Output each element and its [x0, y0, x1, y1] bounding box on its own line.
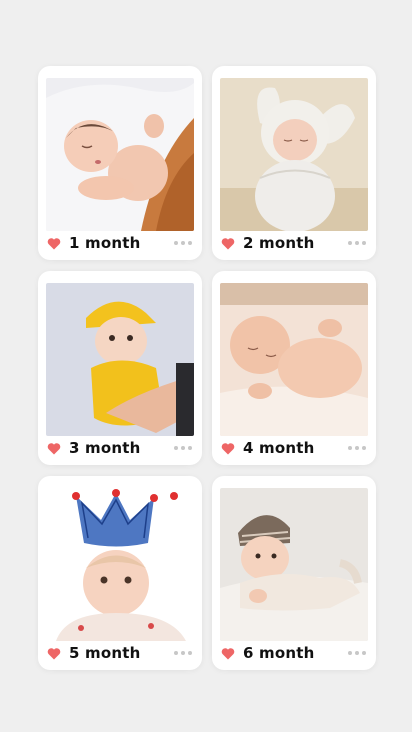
milestone-card-3[interactable]: 3 month — [38, 271, 202, 465]
heart-icon[interactable] — [47, 647, 61, 660]
baby-photo-4 — [220, 283, 368, 436]
card-caption-1: 1 month — [46, 232, 194, 254]
heart-icon[interactable] — [47, 237, 61, 250]
baby-photo-3 — [46, 283, 194, 436]
milestone-card-1[interactable]: 1 month — [38, 66, 202, 260]
milestone-card-5[interactable]: 5 month — [38, 476, 202, 670]
milestone-grid: 1 month 2 month 3 month 4 month 5 month … — [0, 0, 412, 732]
more-dots-icon[interactable] — [348, 651, 366, 655]
more-dots-icon[interactable] — [348, 241, 366, 245]
month-label: 4 month — [243, 439, 315, 457]
more-dots-icon[interactable] — [174, 651, 192, 655]
card-caption-4: 4 month — [220, 437, 368, 459]
card-caption-6: 6 month — [220, 642, 368, 664]
heart-icon[interactable] — [47, 442, 61, 455]
baby-photo-5 — [46, 488, 194, 641]
baby-photo-1 — [46, 78, 194, 231]
month-label: 2 month — [243, 234, 315, 252]
milestone-card-4[interactable]: 4 month — [212, 271, 376, 465]
baby-photo-2 — [220, 78, 368, 231]
more-dots-icon[interactable] — [174, 446, 192, 450]
milestone-card-6[interactable]: 6 month — [212, 476, 376, 670]
month-label: 5 month — [69, 644, 141, 662]
month-label: 3 month — [69, 439, 141, 457]
card-caption-3: 3 month — [46, 437, 194, 459]
card-caption-2: 2 month — [220, 232, 368, 254]
baby-photo-6 — [220, 488, 368, 641]
more-dots-icon[interactable] — [174, 241, 192, 245]
more-dots-icon[interactable] — [348, 446, 366, 450]
heart-icon[interactable] — [221, 237, 235, 250]
heart-icon[interactable] — [221, 647, 235, 660]
month-label: 1 month — [69, 234, 141, 252]
month-label: 6 month — [243, 644, 315, 662]
heart-icon[interactable] — [221, 442, 235, 455]
card-caption-5: 5 month — [46, 642, 194, 664]
milestone-card-2[interactable]: 2 month — [212, 66, 376, 260]
